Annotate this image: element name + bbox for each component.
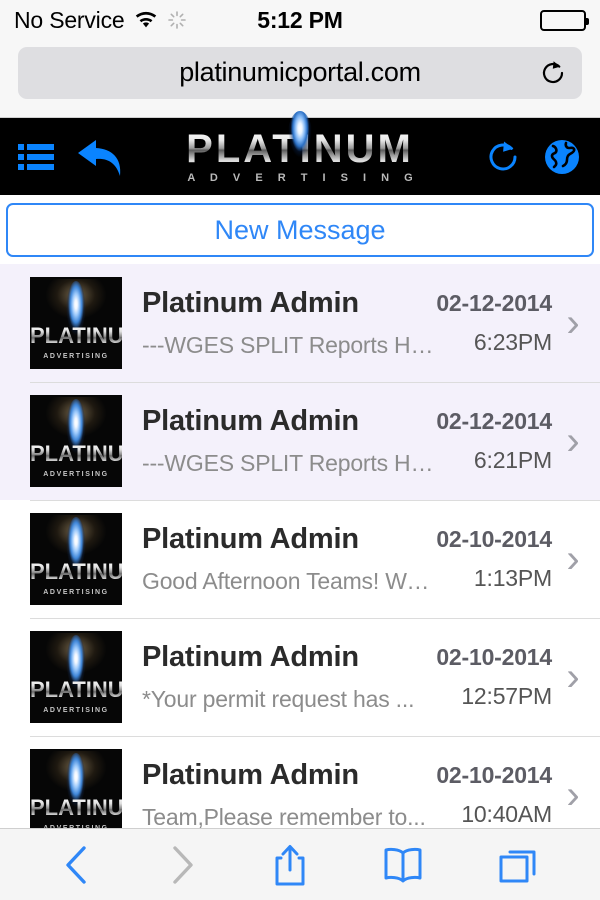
message-time: 10:40AM	[461, 801, 552, 827]
avatar-wordmark: PLATINUM	[30, 795, 122, 820]
message-date: 02-12-2014	[436, 290, 552, 316]
message-meta-block: 02-10-2014 1:13PM	[436, 526, 558, 592]
avatar: PLATINUM ADVERTISING	[30, 277, 122, 369]
message-text-block: Platinum Admin Good Afternoon Teams! We.…	[122, 523, 436, 595]
avatar: PLATINUM ADVERTISING	[30, 631, 122, 723]
logo-wordmark-text: PLATINUM	[186, 127, 414, 171]
app-header: PLATINUM A D V E R T I S I N G	[0, 111, 600, 195]
list-menu-icon[interactable]	[18, 141, 54, 173]
safari-url-bar-area: platinumicportal.com	[0, 40, 600, 118]
battery-icon	[540, 9, 589, 31]
message-preview: *Your permit request has ...	[142, 686, 415, 712]
avatar: PLATINUM ADVERTISING	[30, 395, 122, 487]
avatar: PLATINUM ADVERTISING	[30, 513, 122, 605]
ios-status-bar: No Service 5:12 PM	[0, 0, 600, 40]
message-sender: Platinum Admin	[142, 759, 359, 791]
message-date: 02-10-2014	[436, 644, 552, 670]
status-bar-right	[540, 9, 589, 31]
tabs-icon[interactable]	[496, 843, 540, 887]
avatar-tagline: ADVERTISING	[43, 353, 109, 360]
avatar: PLATINUM ADVERTISING	[30, 749, 122, 828]
message-row[interactable]: PLATINUM ADVERTISING Platinum Admin Team…	[0, 736, 600, 828]
message-row[interactable]: PLATINUM ADVERTISING Platinum Admin Good…	[0, 500, 600, 618]
message-text-block: Platinum Admin Team,Please remember to..…	[122, 759, 436, 828]
message-meta-block: 02-10-2014 10:40AM	[436, 762, 558, 828]
app-header-right-actions	[482, 136, 582, 178]
avatar-tagline: ADVERTISING	[43, 471, 109, 478]
message-preview: Good Afternoon Teams! We...	[142, 568, 437, 594]
message-time: 6:23PM	[473, 329, 552, 355]
message-date: 02-10-2014	[436, 762, 552, 788]
status-bar-left: No Service	[14, 7, 187, 34]
chevron-right-icon[interactable]: ›	[560, 303, 586, 343]
reload-icon[interactable]	[538, 58, 568, 88]
avatar-tagline: ADVERTISING	[43, 589, 109, 596]
app-header-left-actions	[18, 136, 128, 178]
message-row[interactable]: PLATINUM ADVERTISING Platinum Admin ---W…	[0, 382, 600, 500]
refresh-icon[interactable]	[482, 136, 524, 178]
message-meta-block: 02-10-2014 12:57PM	[436, 644, 558, 710]
message-text-block: Platinum Admin ---WGES SPLIT Reports Ha.…	[122, 287, 436, 359]
message-list[interactable]: PLATINUM ADVERTISING Platinum Admin ---W…	[0, 264, 600, 828]
message-meta-block: 02-12-2014 6:23PM	[436, 290, 558, 356]
new-message-button[interactable]: New Message	[6, 203, 594, 257]
message-row[interactable]: PLATINUM ADVERTISING Platinum Admin ---W…	[0, 264, 600, 382]
message-row[interactable]: PLATINUM ADVERTISING Platinum Admin *You…	[0, 618, 600, 736]
message-time: 6:21PM	[473, 447, 552, 473]
forward-chevron-icon	[165, 843, 199, 887]
message-preview: Team,Please remember to...	[142, 804, 426, 828]
wifi-icon	[134, 11, 158, 29]
avatar-tagline: ADVERTISING	[43, 707, 109, 714]
share-icon[interactable]	[271, 842, 309, 888]
logo-tagline: A D V E R T I S I N G	[187, 172, 419, 184]
chevron-right-icon[interactable]: ›	[560, 657, 586, 697]
message-date: 02-12-2014	[436, 408, 552, 434]
message-date: 02-10-2014	[436, 526, 552, 552]
avatar-wordmark: PLATINUM	[30, 323, 122, 348]
avatar-wordmark: PLATINUM	[30, 677, 122, 702]
avatar-wordmark: PLATINUM	[30, 559, 122, 584]
avatar-wordmark: PLATINUM	[30, 441, 122, 466]
message-sender: Platinum Admin	[142, 287, 359, 319]
message-preview: ---WGES SPLIT Reports Ha...	[142, 332, 437, 358]
new-message-area: New Message	[0, 195, 600, 264]
globe-icon[interactable]	[542, 137, 582, 177]
message-preview: ---WGES SPLIT Reports Ha...	[142, 450, 437, 476]
safari-bottom-toolbar	[0, 828, 600, 900]
message-sender: Platinum Admin	[142, 405, 359, 437]
message-text-block: Platinum Admin ---WGES SPLIT Reports Ha.…	[122, 405, 436, 477]
back-chevron-icon[interactable]	[60, 843, 94, 887]
logo-wordmark: PLATINUM	[186, 111, 414, 171]
url-input[interactable]: platinumicportal.com	[18, 46, 582, 99]
message-text-block: Platinum Admin *Your permit request has …	[122, 641, 436, 713]
book-icon[interactable]	[381, 844, 425, 886]
chevron-right-icon[interactable]: ›	[560, 421, 586, 461]
message-meta-block: 02-12-2014 6:21PM	[436, 408, 558, 474]
message-time: 12:57PM	[461, 683, 552, 709]
flame-icon	[286, 111, 313, 169]
spinner-icon	[167, 10, 187, 30]
mobile-safari-screen: No Service 5:12 PM platinumicportal.com …	[0, 0, 600, 900]
message-sender: Platinum Admin	[142, 641, 359, 673]
message-sender: Platinum Admin	[142, 523, 359, 555]
chevron-right-icon[interactable]: ›	[560, 539, 586, 579]
url-text: platinumicportal.com	[179, 57, 421, 87]
chevron-right-icon[interactable]: ›	[560, 775, 586, 815]
carrier-label: No Service	[14, 6, 125, 33]
reply-arrow-icon[interactable]	[76, 136, 128, 178]
message-time: 1:13PM	[473, 565, 552, 591]
avatar-tagline: ADVERTISING	[30, 825, 122, 828]
